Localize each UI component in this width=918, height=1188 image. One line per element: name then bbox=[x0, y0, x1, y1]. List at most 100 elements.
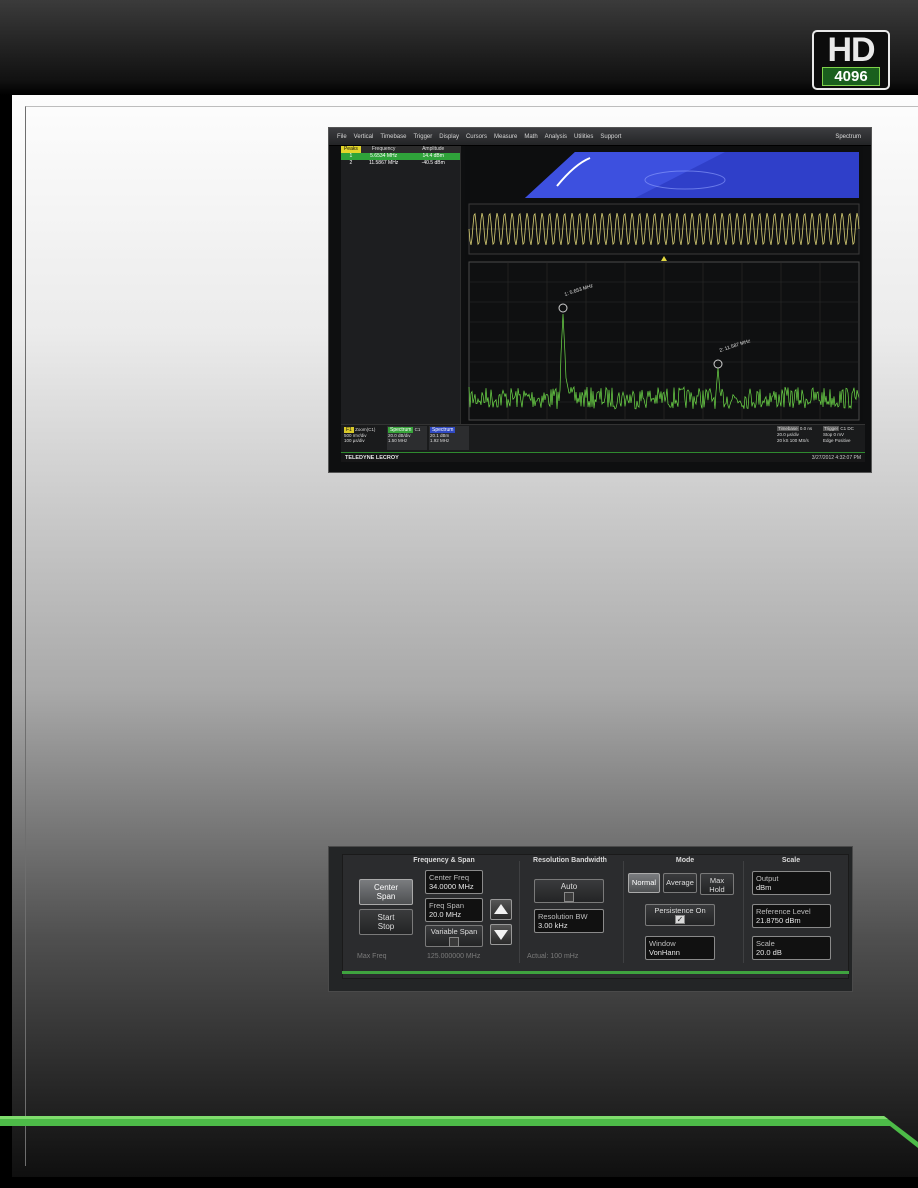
max-freq-value: 125.000000 MHz bbox=[427, 953, 481, 960]
mode-label: Spectrum bbox=[835, 134, 861, 140]
auto-rbw-toggle[interactable]: Auto bbox=[534, 879, 604, 903]
variable-span-checkbox[interactable] bbox=[449, 937, 459, 947]
brand-label: TELEDYNE LECROY bbox=[345, 455, 399, 461]
freq-span-field[interactable]: Freq Span 20.0 MHz bbox=[425, 898, 483, 922]
menu-math[interactable]: Math bbox=[522, 132, 539, 142]
resolution-bw-label: Resolution BW bbox=[538, 912, 588, 921]
channel-f1-line2: 100 µs/div bbox=[344, 438, 365, 443]
center-freq-field[interactable]: Center Freq 34.0000 MHz bbox=[425, 870, 483, 894]
section-divider bbox=[743, 861, 744, 963]
section-scale: Scale bbox=[781, 857, 801, 864]
menu-vertical[interactable]: Vertical bbox=[352, 132, 376, 142]
trigger-line4: Positive bbox=[834, 438, 851, 443]
channel-status-row: F1 Zoom(C1) 500 mV/div 100 µs/div Spectr… bbox=[341, 424, 865, 452]
channel-f1-chip[interactable]: F1 Zoom(C1) 500 mV/div 100 µs/div bbox=[343, 426, 385, 450]
section-resolution-bandwidth: Resolution Bandwidth bbox=[533, 857, 607, 864]
trigger-value: C1 DC bbox=[840, 426, 854, 431]
mode-normal-button[interactable]: Normal bbox=[628, 873, 660, 893]
scale-value: 20.0 dB bbox=[756, 948, 782, 957]
freq-span-label: Freq Span bbox=[429, 901, 465, 910]
peak-amplitude: -40.5 dBm bbox=[421, 160, 445, 166]
decrease-button[interactable] bbox=[490, 924, 512, 945]
resolution-bw-field[interactable]: Resolution BW 3.00 kHz bbox=[534, 909, 604, 933]
trigger-info[interactable]: Trigger C1 DC Stop 0 mV Edge Positive bbox=[823, 426, 863, 444]
max-freq-label: Max Freq bbox=[357, 953, 387, 960]
reference-level-field[interactable]: Reference Level 21.8750 dBm bbox=[752, 904, 831, 928]
timebase-line3: 100 MS/s bbox=[789, 438, 809, 443]
peak-table-pane: Peaks Frequency Amplitude 1 5.6534 MHz 1… bbox=[341, 146, 461, 426]
channel-spectrum2-line2: 1.92 MHz bbox=[430, 438, 450, 443]
start-stop-button[interactable]: Start Stop bbox=[359, 909, 413, 935]
freq-span-value: 20.0 MHz bbox=[429, 910, 462, 919]
table-row[interactable]: 2 11.5867 MHz -40.5 dBm bbox=[341, 160, 460, 167]
auto-checkbox[interactable] bbox=[564, 892, 574, 902]
variable-span-toggle[interactable]: Variable Span bbox=[425, 925, 483, 947]
section-mode: Mode bbox=[675, 857, 695, 864]
center-span-button[interactable]: Center Span bbox=[359, 879, 413, 905]
oscilloscope-screen: File Vertical Timebase Trigger Display C… bbox=[328, 127, 872, 473]
reference-level-value: 21.8750 dBm bbox=[756, 916, 801, 925]
window-select[interactable]: Window VonHann bbox=[645, 936, 715, 960]
persistence-checkbox[interactable]: ✓ bbox=[675, 915, 685, 924]
timebase-line2: 20 kS bbox=[777, 438, 789, 443]
actual-rbw-label: Actual: 100 mHz bbox=[527, 953, 579, 960]
scale-field[interactable]: Scale 20.0 dB bbox=[752, 936, 831, 960]
channel-spectrum-chip[interactable]: Spectrum C1 20.0 dB/div 1.50 MHz bbox=[387, 426, 427, 450]
channel-spectrum-line2: 1.50 MHz bbox=[388, 438, 408, 443]
peak-frequency: 11.5867 MHz bbox=[368, 160, 399, 166]
spectrum-display: 1: 5.653 MHz 2: 11.587 MHz bbox=[465, 146, 863, 422]
logo-hd-text: HD bbox=[827, 31, 875, 69]
dialog-accent-line bbox=[342, 971, 849, 974]
timebase-value: 0.0 ns bbox=[799, 426, 813, 431]
increase-button[interactable] bbox=[490, 899, 512, 920]
menu-trigger[interactable]: Trigger bbox=[411, 132, 434, 142]
menu-utilities[interactable]: Utilities bbox=[572, 132, 595, 142]
section-divider bbox=[623, 861, 624, 963]
peak-amplitude: 14.4 dBm bbox=[422, 153, 444, 159]
menu-file[interactable]: File bbox=[335, 132, 349, 142]
spectrum-graphic: 1: 5.653 MHz 2: 11.587 MHz bbox=[468, 152, 860, 421]
menu-timebase[interactable]: Timebase bbox=[378, 132, 408, 142]
logo-number: 4096 bbox=[822, 67, 880, 86]
menu-display[interactable]: Display bbox=[437, 132, 461, 142]
output-value: dBm bbox=[756, 883, 772, 892]
timebase-info[interactable]: Timebase 0.0 ns 20.0 µs/div 20 kS 100 MS… bbox=[777, 426, 821, 444]
mode-average-button[interactable]: Average bbox=[663, 873, 697, 893]
scale-label: Scale bbox=[756, 939, 775, 948]
output-label: Output bbox=[756, 874, 779, 883]
auto-label: Auto bbox=[560, 882, 578, 891]
green-accent-bar bbox=[0, 1116, 918, 1148]
peak-frequency: 5.6534 MHz bbox=[370, 153, 398, 159]
menu-cursors[interactable]: Cursors bbox=[464, 132, 489, 142]
menu-support[interactable]: Support bbox=[598, 132, 623, 142]
peak-index: 1 bbox=[349, 153, 353, 159]
table-row[interactable]: 1 5.6534 MHz 14.4 dBm bbox=[341, 153, 460, 160]
channel-spectrum2-chip[interactable]: Spectrum 20.1 dBm 1.92 MHz bbox=[429, 426, 469, 450]
window-label: Window bbox=[649, 939, 676, 948]
timebase-line1: 20.0 µs/div bbox=[777, 432, 799, 437]
trigger-marker bbox=[661, 256, 667, 261]
variable-span-label: Variable Span bbox=[430, 927, 478, 936]
menu-analysis[interactable]: Analysis bbox=[543, 132, 569, 142]
peaks-col: Peaks bbox=[341, 146, 361, 153]
resolution-bw-value: 3.00 kHz bbox=[538, 921, 568, 930]
section-divider bbox=[519, 861, 520, 963]
trigger-label: Trigger bbox=[823, 426, 840, 431]
channel-f1-title: Zoom(C1) bbox=[355, 427, 376, 432]
center-freq-value: 34.0000 MHz bbox=[429, 882, 474, 891]
amplitude-col: Amplitude bbox=[422, 146, 445, 152]
mode-max-hold-button[interactable]: Max Hold bbox=[700, 873, 734, 895]
section-frequency-span: Frequency & Span bbox=[413, 857, 475, 864]
trigger-line2: 0 mV bbox=[833, 432, 845, 437]
menu-measure[interactable]: Measure bbox=[492, 132, 519, 142]
center-freq-label: Center Freq bbox=[429, 873, 470, 882]
scope-menu-bar: File Vertical Timebase Trigger Display C… bbox=[329, 128, 871, 146]
window-value: VonHann bbox=[649, 948, 680, 957]
arrow-down-icon bbox=[494, 930, 508, 940]
scope-footer: TELEDYNE LECROY 3/27/2012 4:32:07 PM bbox=[341, 452, 865, 462]
datetime-label: 3/27/2012 4:32:07 PM bbox=[811, 455, 861, 461]
header-banner bbox=[0, 0, 918, 95]
output-select[interactable]: Output dBm bbox=[752, 871, 831, 895]
trigger-line1: Stop bbox=[823, 432, 833, 437]
arrow-up-icon bbox=[494, 904, 508, 914]
